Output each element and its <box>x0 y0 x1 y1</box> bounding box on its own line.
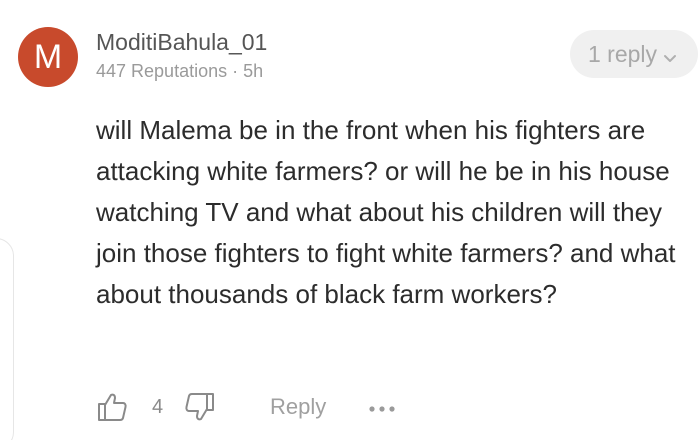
reply-button[interactable]: Reply <box>270 394 326 420</box>
adjacent-card-edge <box>0 238 14 440</box>
thumbs-up-icon[interactable] <box>96 392 128 427</box>
more-dots-icon[interactable] <box>368 400 396 418</box>
username[interactable]: ModitiBahula_01 <box>96 29 267 56</box>
avatar[interactable]: M <box>18 27 78 87</box>
replies-label: 1 reply <box>588 41 658 67</box>
like-count: 4 <box>152 396 164 418</box>
replies-button[interactable]: 1 reply <box>570 30 698 78</box>
reputation-timestamp: 447 Reputations · 5h <box>96 61 264 81</box>
thumbs-down-icon[interactable] <box>184 392 216 427</box>
chevron-down-icon <box>663 32 677 80</box>
comment-screen: M ModitiBahula_01 447 Reputations · 5h 1… <box>0 0 698 440</box>
comment-text: will Malema be in the front when his fig… <box>96 115 676 309</box>
